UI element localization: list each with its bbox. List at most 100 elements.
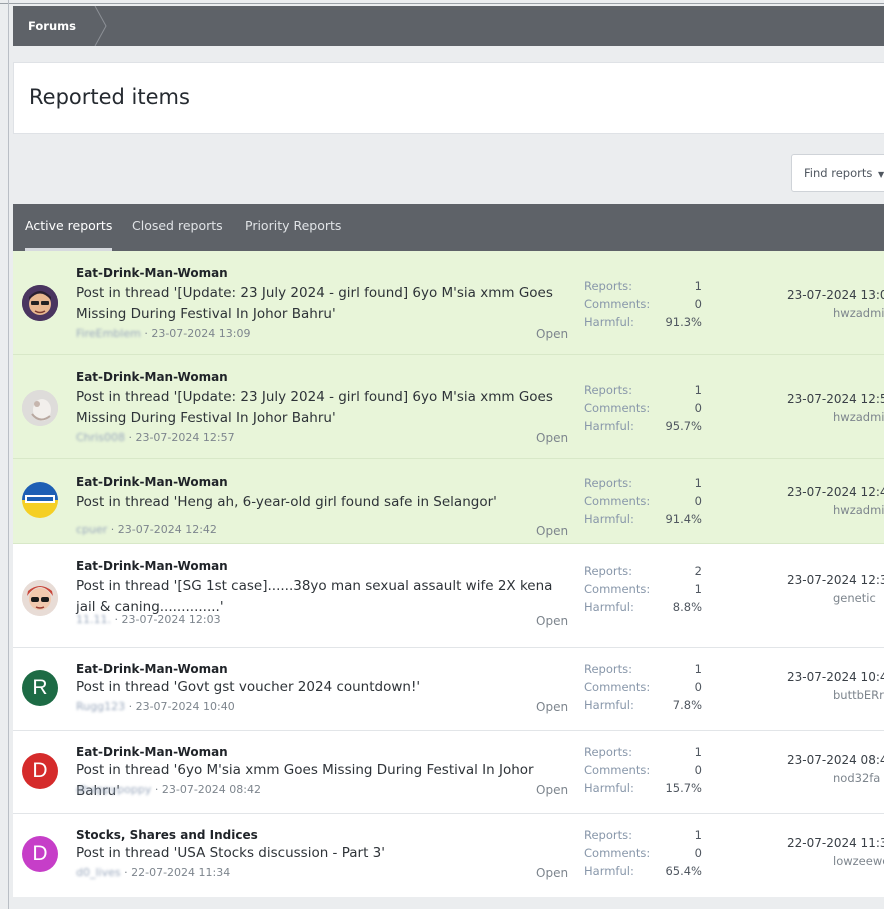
find-reports-button[interactable]: Find reports ▼ — [791, 154, 884, 192]
top-border — [0, 3, 884, 4]
report-title[interactable]: Post in thread 'Heng ah, 6-year-old girl… — [76, 492, 571, 513]
report-row[interactable]: Eat-Drink-Man-Woman Post in thread '[SG … — [13, 544, 884, 648]
caret-down-icon: ▼ — [878, 170, 884, 179]
reports-label: Reports: — [584, 745, 632, 759]
user-avatar-icon — [22, 390, 58, 426]
avatar[interactable] — [22, 390, 58, 426]
last-update-date: 23-07-2024 12:42 — [787, 485, 884, 499]
report-stats: Reports: 1 Comments: 0 Harmful: 65.4% — [584, 826, 702, 880]
report-date: 23-07-2024 12:42 — [117, 523, 217, 536]
avatar[interactable]: D — [22, 753, 58, 789]
assignee[interactable]: genetic — [833, 591, 876, 605]
report-status: Open — [536, 866, 569, 880]
reports-count: 1 — [694, 476, 702, 490]
assignee[interactable]: lowzeewe — [833, 854, 884, 868]
report-forum[interactable]: Eat-Drink-Man-Woman — [76, 266, 228, 280]
harmful-label: Harmful: — [584, 315, 634, 329]
report-row[interactable]: D Eat-Drink-Man-Woman Post in thread '6y… — [13, 731, 884, 814]
harmful-score: 15.7% — [665, 781, 702, 795]
report-row[interactable]: R Eat-Drink-Man-Woman Post in thread 'Go… — [13, 648, 884, 731]
tab-active-reports[interactable]: Active reports — [25, 204, 113, 251]
report-user[interactable]: 11.11. — [76, 613, 111, 626]
report-tabs: Active reports Closed reports Priority R… — [13, 204, 884, 251]
avatar[interactable] — [22, 482, 58, 518]
report-meta: 11.11. · 23-07-2024 12:03 — [76, 613, 221, 626]
report-stats: Reports: 1 Comments: 0 Harmful: 7.8% — [584, 660, 702, 714]
report-row[interactable]: Eat-Drink-Man-Woman Post in thread '[Upd… — [13, 251, 884, 355]
comments-count: 0 — [694, 401, 702, 415]
reports-count: 1 — [694, 383, 702, 397]
assignee[interactable]: hwzadmin — [833, 410, 884, 424]
breadcrumb: Forums — [13, 6, 884, 46]
assignee[interactable]: hwzadmin — [833, 503, 884, 517]
breadcrumb-forums[interactable]: Forums — [13, 6, 95, 46]
reports-count: 1 — [694, 662, 702, 676]
reports-label: Reports: — [584, 383, 632, 397]
report-forum[interactable]: Eat-Drink-Man-Woman — [76, 475, 228, 489]
page-title: Reported items — [29, 85, 190, 109]
left-border — [8, 0, 9, 909]
report-date: 23-07-2024 12:57 — [135, 431, 235, 444]
report-list: Eat-Drink-Man-Woman Post in thread '[Upd… — [13, 251, 884, 897]
last-update-date: 23-07-2024 12:57 — [787, 392, 884, 406]
user-avatar-icon — [22, 285, 58, 321]
report-title[interactable]: Post in thread '[Update: 23 July 2024 - … — [76, 283, 571, 325]
report-row[interactable]: Eat-Drink-Man-Woman Post in thread 'Heng… — [13, 459, 884, 544]
comments-label: Comments: — [584, 846, 651, 860]
report-row[interactable]: Eat-Drink-Man-Woman Post in thread '[Upd… — [13, 355, 884, 459]
report-status: Open — [536, 524, 569, 538]
report-stats: Reports: 1 Comments: 0 Harmful: 91.3% — [584, 277, 702, 331]
report-date: 23-07-2024 10:40 — [135, 700, 235, 713]
report-user[interactable]: dhappypoppy — [76, 783, 151, 796]
reports-label: Reports: — [584, 828, 632, 842]
comments-count: 1 — [694, 582, 702, 596]
report-title[interactable]: Post in thread 'USA Stocks discussion - … — [76, 843, 571, 864]
reports-label: Reports: — [584, 476, 632, 490]
comments-label: Comments: — [584, 494, 651, 508]
report-stats: Reports: 2 Comments: 1 Harmful: 8.8% — [584, 562, 702, 616]
report-forum[interactable]: Eat-Drink-Man-Woman — [76, 559, 228, 573]
report-date: 23-07-2024 08:42 — [161, 783, 261, 796]
report-user[interactable]: Chris008 — [76, 431, 125, 444]
report-user[interactable]: d0_lives — [76, 866, 121, 879]
report-user[interactable]: Rugg123 — [76, 700, 125, 713]
comments-count: 0 — [694, 680, 702, 694]
reports-count: 1 — [694, 828, 702, 842]
reports-count: 1 — [694, 745, 702, 759]
harmful-label: Harmful: — [584, 781, 634, 795]
report-title[interactable]: Post in thread '[SG 1st case]......38yo … — [76, 576, 571, 618]
report-date: 23-07-2024 13:09 — [151, 327, 251, 340]
avatar[interactable]: D — [22, 836, 58, 872]
report-status: Open — [536, 614, 569, 628]
comments-count: 0 — [694, 763, 702, 777]
reports-count: 1 — [694, 279, 702, 293]
report-user[interactable]: FireEmblem — [76, 327, 141, 340]
report-title[interactable]: Post in thread 'Govt gst voucher 2024 co… — [76, 677, 571, 698]
avatar-letter: D — [32, 759, 48, 782]
report-date: 22-07-2024 11:34 — [131, 866, 231, 879]
report-row[interactable]: D Stocks, Shares and Indices Post in thr… — [13, 814, 884, 897]
comments-label: Comments: — [584, 297, 651, 311]
assignee[interactable]: hwzadmin — [833, 306, 884, 320]
report-meta: dhappypoppy · 23-07-2024 08:42 — [76, 783, 261, 796]
comments-count: 0 — [694, 494, 702, 508]
comments-label: Comments: — [584, 680, 651, 694]
report-meta: Chris008 · 23-07-2024 12:57 — [76, 431, 235, 444]
report-forum[interactable]: Eat-Drink-Man-Woman — [76, 745, 228, 759]
report-user[interactable]: cpuer — [76, 523, 107, 536]
assignee[interactable]: buttbERr — [833, 688, 884, 702]
avatar[interactable] — [22, 285, 58, 321]
report-forum[interactable]: Eat-Drink-Man-Woman — [76, 370, 228, 384]
avatar[interactable]: R — [22, 670, 58, 706]
harmful-score: 95.7% — [665, 419, 702, 433]
report-title[interactable]: Post in thread '[Update: 23 July 2024 - … — [76, 387, 571, 429]
assignee[interactable]: nod32fa — [833, 771, 880, 785]
tab-closed-reports[interactable]: Closed reports — [132, 204, 223, 251]
harmful-label: Harmful: — [584, 419, 634, 433]
report-forum[interactable]: Stocks, Shares and Indices — [76, 828, 258, 842]
harmful-score: 91.4% — [665, 512, 702, 526]
report-forum[interactable]: Eat-Drink-Man-Woman — [76, 662, 228, 676]
comments-count: 0 — [694, 846, 702, 860]
tab-priority-reports[interactable]: Priority Reports — [245, 204, 341, 251]
avatar[interactable] — [22, 580, 58, 616]
